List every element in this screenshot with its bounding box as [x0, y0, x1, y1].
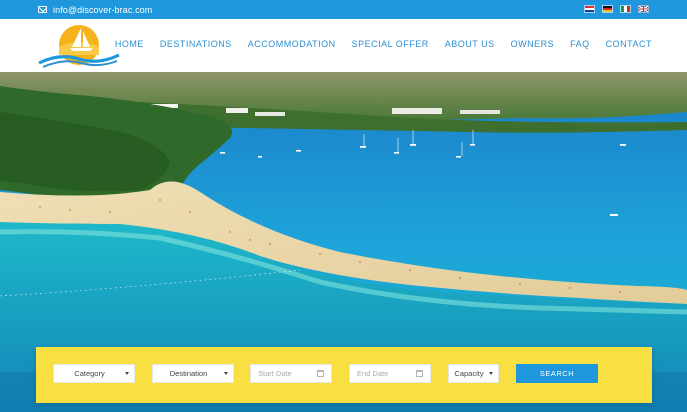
destination-label: Destination: [169, 369, 208, 378]
capacity-label: Capacity: [454, 369, 484, 378]
nav-accommodation[interactable]: ACCOMMODATION: [248, 39, 336, 49]
chevron-down-icon: [224, 372, 228, 375]
croatian-flag-icon[interactable]: [584, 5, 595, 13]
category-label: Category: [74, 369, 105, 378]
calendar-icon: [416, 370, 423, 377]
site-header: HOME DESTINATIONS ACCOMMODATION SPECIAL …: [0, 19, 687, 72]
search-panel: Category Destination Start Date End Date…: [36, 347, 652, 403]
site-logo[interactable]: [37, 23, 121, 68]
top-bar: info@discover-brac.com: [0, 0, 687, 19]
end-date-placeholder: End Date: [357, 369, 389, 378]
chevron-down-icon: [125, 372, 129, 375]
destination-select[interactable]: Destination: [152, 364, 234, 383]
chevron-down-icon: [489, 372, 493, 375]
nav-owners[interactable]: OWNERS: [511, 39, 555, 49]
nav-destinations[interactable]: DESTINATIONS: [160, 39, 232, 49]
nav-faq[interactable]: FAQ: [570, 39, 590, 49]
language-switcher: [584, 5, 649, 13]
search-button[interactable]: SEARCH: [516, 364, 598, 383]
nav-contact[interactable]: CONTACT: [606, 39, 652, 49]
start-date-input[interactable]: Start Date: [250, 364, 332, 383]
envelope-icon: [38, 6, 47, 13]
end-date-input[interactable]: End Date: [349, 364, 431, 383]
email-address[interactable]: info@discover-brac.com: [53, 5, 152, 15]
start-date-placeholder: Start Date: [258, 369, 292, 378]
english-flag-icon[interactable]: [638, 5, 649, 13]
main-nav: HOME DESTINATIONS ACCOMMODATION SPECIAL …: [115, 39, 652, 49]
nav-about-us[interactable]: ABOUT US: [445, 39, 495, 49]
italian-flag-icon[interactable]: [620, 5, 631, 13]
nav-special-offer[interactable]: SPECIAL OFFER: [352, 39, 429, 49]
email-contact[interactable]: info@discover-brac.com: [38, 3, 152, 16]
german-flag-icon[interactable]: [602, 5, 613, 13]
category-select[interactable]: Category: [53, 364, 135, 383]
calendar-icon: [317, 370, 324, 377]
capacity-select[interactable]: Capacity: [448, 364, 499, 383]
nav-home[interactable]: HOME: [115, 39, 144, 49]
